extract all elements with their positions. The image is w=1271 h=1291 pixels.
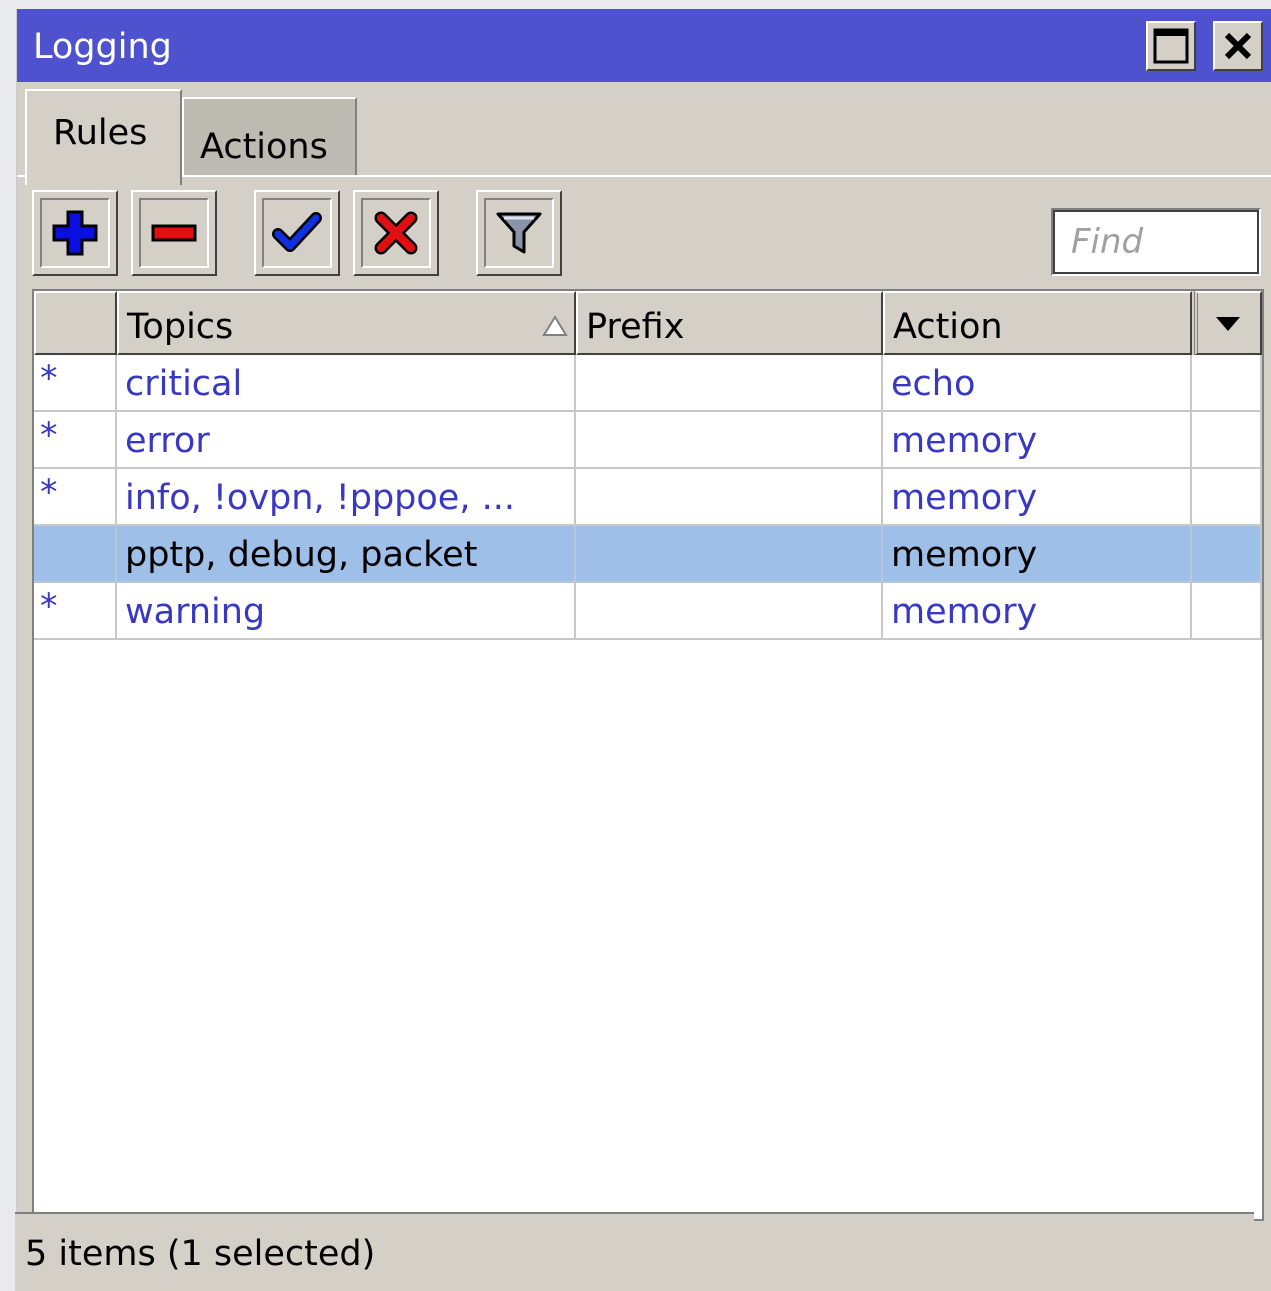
column-header-prefix[interactable]: Prefix [576, 291, 883, 355]
table-row[interactable]: * error memory [34, 412, 1262, 469]
enable-button[interactable] [254, 190, 340, 276]
tab-actions-label: Actions [200, 127, 328, 167]
column-header-action-label: Action [893, 307, 1003, 347]
row-action: memory [891, 535, 1038, 575]
find-input[interactable] [1051, 208, 1261, 276]
column-header-topics[interactable]: Topics [117, 291, 576, 355]
logging-window: Logging Rules Actions Find Topics Prefix… [17, 9, 1271, 1291]
maximize-icon [1153, 28, 1189, 64]
tab-rules-label: Rules [53, 113, 148, 153]
row-action: echo [891, 364, 976, 404]
row-topics: error [125, 421, 210, 461]
close-icon [1224, 32, 1252, 60]
remove-button[interactable] [131, 190, 217, 276]
tab-rules[interactable]: Rules [25, 89, 182, 185]
row-action: memory [891, 421, 1038, 461]
table-row-selected[interactable]: pptp, debug, packet memory [34, 526, 1262, 583]
table-row[interactable]: * warning memory [34, 583, 1262, 640]
row-topics: info, !ovpn, !pppoe, ... [125, 478, 515, 518]
tab-actions[interactable]: Actions [182, 97, 357, 177]
column-header-action[interactable]: Action [883, 291, 1192, 355]
close-button[interactable] [1213, 21, 1263, 71]
filter-icon [496, 212, 542, 254]
plus-icon [52, 210, 98, 256]
tab-divider [17, 175, 1271, 177]
minus-icon [151, 224, 197, 242]
chevron-down-icon [1216, 317, 1240, 331]
row-action: memory [891, 592, 1038, 632]
status-bar: 5 items (1 selected) [15, 1212, 1254, 1291]
column-chooser-button[interactable] [1194, 291, 1262, 355]
title-bar[interactable]: Logging [17, 9, 1271, 82]
table-header: Topics Prefix Action [34, 291, 1262, 355]
row-flag: * [40, 416, 58, 456]
table-row[interactable]: * critical echo [34, 355, 1262, 412]
disable-button[interactable] [353, 190, 439, 276]
column-header-prefix-label: Prefix [586, 307, 685, 347]
add-button[interactable] [32, 190, 118, 276]
filter-button[interactable] [476, 190, 562, 276]
row-topics: critical [125, 364, 243, 404]
table-row[interactable]: * info, !ovpn, !pppoe, ... memory [34, 469, 1262, 526]
window-title: Logging [33, 27, 172, 67]
row-flag: * [40, 473, 58, 513]
maximize-button[interactable] [1146, 21, 1196, 71]
row-topics: pptp, debug, packet [125, 535, 478, 575]
rules-table: Topics Prefix Action * critical echo * e… [32, 289, 1264, 1221]
status-text: 5 items (1 selected) [25, 1234, 376, 1274]
x-icon [374, 211, 418, 255]
sort-ascending-icon [542, 315, 568, 336]
row-flag: * [40, 359, 58, 399]
checkmark-icon [272, 212, 322, 252]
row-topics: warning [125, 592, 266, 632]
column-header-topics-label: Topics [127, 307, 234, 347]
row-flag: * [40, 587, 58, 627]
column-header-flags[interactable] [34, 291, 117, 355]
row-action: memory [891, 478, 1038, 518]
